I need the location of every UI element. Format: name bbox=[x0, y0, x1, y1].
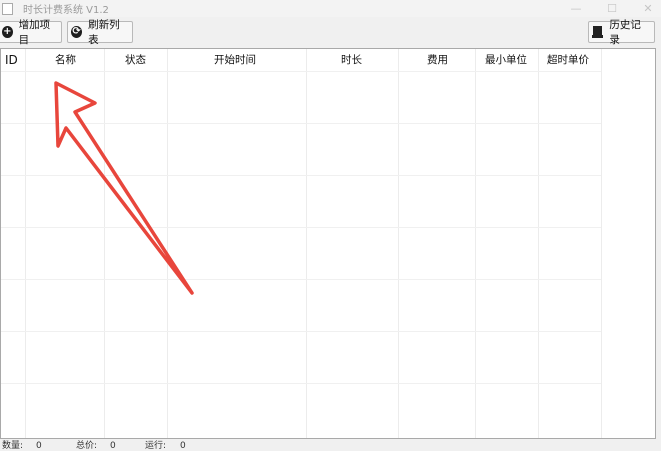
toolbar: + 增加项目 ⟳ 刷新列表 历史记录 bbox=[0, 17, 661, 48]
grid-divider bbox=[1, 383, 601, 384]
column-header-overtime-price[interactable]: 超时单价 bbox=[547, 49, 589, 71]
close-icon[interactable]: ✕ bbox=[641, 2, 655, 15]
refresh-list-label: 刷新列表 bbox=[88, 19, 120, 46]
title-bar: 时长计费系统 V1.2 — ☐ ✕ bbox=[0, 0, 661, 17]
grid-divider bbox=[104, 49, 105, 438]
column-header-name[interactable]: 名称 bbox=[55, 49, 76, 71]
table-header: ID 名称 状态 开始时间 时长 费用 最小单位 超时单价 bbox=[1, 49, 655, 71]
grid-divider bbox=[25, 49, 26, 438]
column-header-start-time[interactable]: 开始时间 bbox=[214, 49, 256, 71]
status-running-value: 0 bbox=[180, 441, 186, 451]
grid-divider bbox=[1, 227, 601, 228]
status-count-label: 数量: bbox=[2, 441, 24, 451]
status-running-label: 运行: bbox=[145, 441, 167, 451]
grid-divider bbox=[398, 49, 399, 438]
grid-divider bbox=[306, 49, 307, 438]
grid-divider bbox=[1, 123, 601, 124]
history-button[interactable]: 历史记录 bbox=[588, 19, 655, 46]
status-bar: 数量: 0 总价: 0 运行: 0 bbox=[0, 441, 661, 451]
add-item-label: 增加项目 bbox=[18, 19, 51, 46]
grid-divider bbox=[1, 71, 601, 72]
maximize-icon[interactable]: ☐ bbox=[605, 2, 619, 15]
stamp-icon bbox=[592, 26, 604, 38]
grid-divider bbox=[1, 175, 601, 176]
history-label: 历史记录 bbox=[609, 19, 641, 46]
column-header-duration[interactable]: 时长 bbox=[341, 49, 362, 71]
grid-divider bbox=[167, 49, 168, 438]
minimize-icon[interactable]: — bbox=[569, 2, 583, 15]
status-total-value: 0 bbox=[110, 441, 116, 451]
column-header-id[interactable]: ID bbox=[5, 49, 18, 71]
grid-divider bbox=[538, 49, 539, 438]
grid-divider bbox=[601, 49, 602, 438]
column-header-status[interactable]: 状态 bbox=[125, 49, 146, 71]
refresh-icon: ⟳ bbox=[71, 26, 83, 38]
plus-circle-icon: + bbox=[2, 26, 13, 38]
grid-divider bbox=[1, 331, 601, 332]
item-table[interactable]: ID 名称 状态 开始时间 时长 费用 最小单位 超时单价 bbox=[0, 48, 656, 439]
column-header-cost[interactable]: 费用 bbox=[427, 49, 448, 71]
add-item-button[interactable]: + 增加项目 bbox=[0, 19, 62, 46]
refresh-list-button[interactable]: ⟳ 刷新列表 bbox=[67, 19, 133, 46]
column-header-min-unit[interactable]: 最小单位 bbox=[485, 49, 527, 71]
app-icon bbox=[2, 2, 13, 15]
status-count-value: 0 bbox=[36, 441, 42, 451]
window-title: 时长计费系统 V1.2 bbox=[23, 5, 109, 16]
status-total-label: 总价: bbox=[76, 441, 98, 451]
window-controls: — ☐ ✕ bbox=[569, 2, 655, 15]
grid-divider bbox=[1, 279, 601, 280]
grid-divider bbox=[475, 49, 476, 438]
